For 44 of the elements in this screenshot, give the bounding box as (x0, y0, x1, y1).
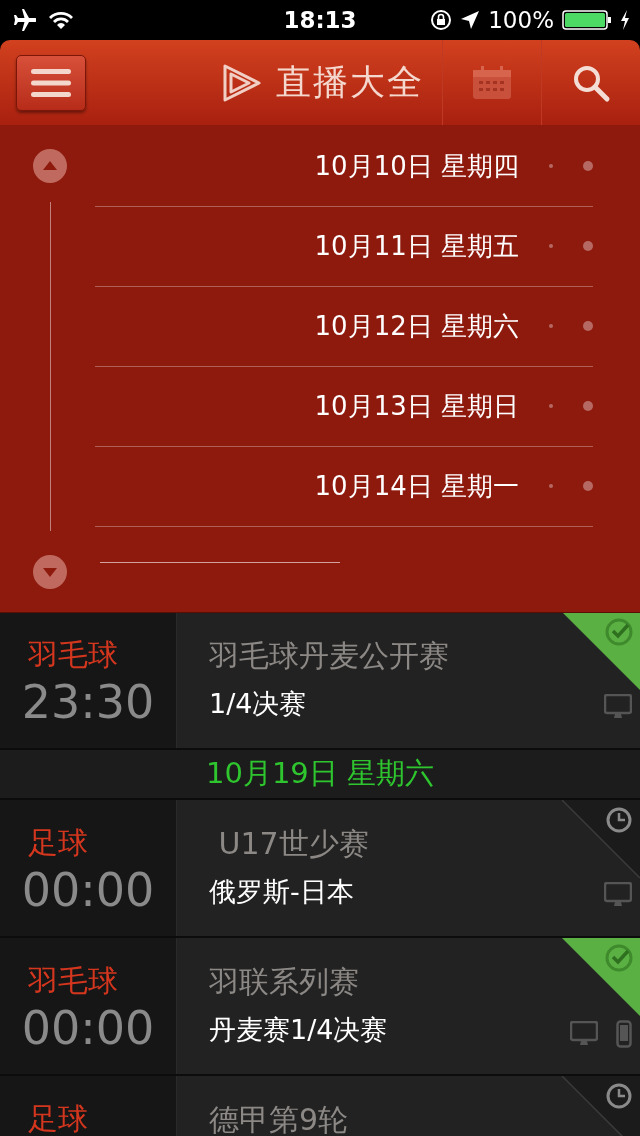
reminder-set-icon[interactable] (562, 612, 640, 690)
event-title: 羽联系列赛 (209, 963, 359, 1001)
menu-icon (31, 67, 71, 98)
charging-icon (620, 10, 630, 30)
event-card[interactable]: 羽毛球丹麦公开赛 1/4决赛 (177, 612, 640, 748)
event-title: 羽毛球丹麦公开赛 (209, 637, 449, 675)
date-option[interactable]: 10月14日 星期一 (314, 469, 519, 504)
event-time: 00:00 (21, 862, 155, 918)
event-card[interactable]: U17世少赛 俄罗斯-日本 (177, 800, 640, 936)
event-title: 德甲第9轮 (209, 1101, 349, 1136)
app-title: 直播大全 (276, 61, 424, 104)
date-option[interactable]: 10月13日 星期日 (314, 389, 519, 424)
sport-label: 足球 (28, 824, 88, 862)
date-option[interactable]: 10月12日 星期六 (314, 309, 519, 344)
event-time: 23:30 (21, 674, 155, 730)
event-subtitle: 1/4决赛 (209, 687, 307, 721)
battery-percent: 100% (488, 7, 554, 33)
date-option[interactable]: 10月10日 星期四 (314, 149, 519, 184)
event-subtitle: 俄罗斯-日本 (209, 875, 354, 909)
sport-label: 羽毛球 (28, 636, 118, 674)
scroll-dots-icon (549, 480, 593, 492)
date-option[interactable]: 10月11日 星期五 (314, 229, 519, 264)
reminder-clock-icon[interactable] (562, 1076, 640, 1136)
play-logo-icon (222, 63, 262, 102)
event-card[interactable]: 羽联系列赛 丹麦赛1/4决赛 (177, 938, 640, 1074)
scroll-dots-icon (549, 160, 593, 172)
scroll-dots-icon (549, 240, 593, 252)
scroll-dots-icon (549, 320, 593, 332)
location-arrow-icon (460, 10, 481, 30)
reminder-set-icon[interactable] (562, 938, 640, 1016)
sport-label: 足球 (28, 1100, 88, 1136)
menu-button[interactable] (16, 54, 86, 111)
scroll-dots-icon (549, 400, 593, 412)
reminder-clock-icon[interactable] (562, 800, 640, 878)
rotation-lock-icon (430, 9, 453, 31)
event-title: U17世少赛 (217, 825, 369, 863)
sport-label: 羽毛球 (28, 962, 118, 1000)
status-time: 18:13 (283, 7, 357, 33)
event-time: 00:00 (21, 1000, 155, 1056)
battery-icon (562, 10, 612, 30)
calendar-icon (472, 65, 512, 100)
wifi-icon (48, 10, 74, 30)
event-subtitle: 丹麦赛1/4决赛 (209, 1013, 388, 1047)
event-card[interactable]: 德甲第9轮 (177, 1076, 640, 1136)
